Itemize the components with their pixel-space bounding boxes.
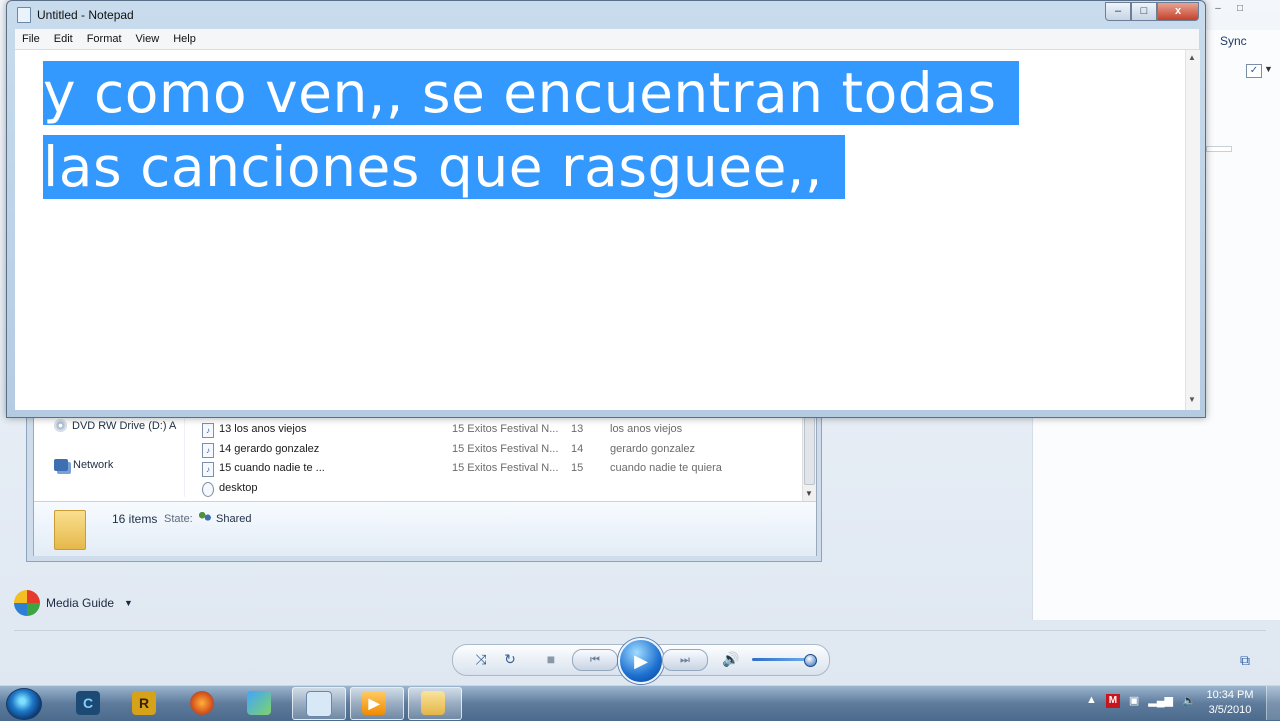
media-player-icon: ▶ bbox=[362, 691, 386, 715]
window-controls: – □ x bbox=[1105, 2, 1199, 21]
media-guide-label: Media Guide bbox=[46, 596, 115, 610]
dvd-drive-icon bbox=[54, 419, 67, 432]
switch-to-now-playing-icon[interactable]: ⧉ bbox=[1240, 652, 1250, 669]
menu-help[interactable]: Help bbox=[166, 33, 203, 45]
clock-date: 3/5/2010 bbox=[1208, 704, 1252, 716]
chevron-down-icon[interactable]: ▼ bbox=[124, 598, 133, 608]
editor-text[interactable]: y como ven,, se encuentran todas las can… bbox=[43, 56, 1173, 204]
state-label: State: bbox=[164, 513, 193, 525]
previous-icon[interactable]: ⏮ bbox=[572, 649, 618, 671]
file-name: desktop bbox=[219, 482, 258, 494]
file-album: 15 Exitos Festival N... bbox=[452, 423, 559, 435]
divider bbox=[14, 630, 1266, 631]
app-icon-taskbar-2[interactable]: R bbox=[132, 691, 156, 715]
scroll-down-icon[interactable]: ▼ bbox=[1188, 395, 1196, 404]
messenger-icon[interactable] bbox=[247, 691, 271, 715]
menu-edit[interactable]: Edit bbox=[47, 33, 80, 45]
file-album: 15 Exitos Festival N... bbox=[452, 462, 559, 474]
stop-icon[interactable]: ■ bbox=[544, 649, 558, 669]
window-title: Untitled - Notepad bbox=[17, 7, 134, 23]
next-icon[interactable]: ⏭ bbox=[662, 649, 708, 671]
file-track-number: 13 bbox=[571, 423, 584, 435]
minimize-button[interactable]: – bbox=[1105, 2, 1131, 21]
show-hidden-icons[interactable]: ▲ bbox=[1086, 694, 1097, 708]
scroll-up-icon[interactable]: ▲ bbox=[1188, 53, 1196, 62]
wmp-minimize-button[interactable]: – bbox=[1208, 2, 1228, 16]
menu-format[interactable]: Format bbox=[80, 33, 129, 45]
sync-progress-bar bbox=[1206, 146, 1232, 152]
music-file-icon: ♪ bbox=[202, 423, 214, 438]
media-guide-button[interactable]: Media Guide ▼ bbox=[14, 590, 133, 616]
window-title-text: Untitled - Notepad bbox=[37, 8, 134, 22]
notepad-icon[interactable] bbox=[17, 7, 31, 23]
network-icon bbox=[54, 459, 68, 471]
menu-view[interactable]: View bbox=[129, 33, 167, 45]
maximize-button[interactable]: □ bbox=[1131, 2, 1157, 21]
system-tray: ▲ M ▣ ▂▄▆ 🔈 bbox=[1086, 694, 1196, 708]
file-title: cuando nadie te quiera bbox=[610, 462, 722, 474]
items-count: 16 items bbox=[112, 512, 158, 526]
notepad-window: Untitled - Notepad – □ x File Edit Forma… bbox=[6, 0, 1206, 418]
notepad-icon bbox=[306, 691, 332, 717]
clock-time: 10:34 PM bbox=[1206, 689, 1254, 701]
state-value: Shared bbox=[216, 513, 252, 525]
shuffle-icon[interactable]: ⤨ bbox=[472, 649, 490, 669]
file-track-number: 14 bbox=[571, 443, 584, 455]
table-row[interactable]: ♪ 15 cuando nadie te ... 15 Exitos Festi… bbox=[194, 460, 804, 478]
volume-slider-handle[interactable] bbox=[804, 654, 817, 667]
menu-file[interactable]: File bbox=[15, 33, 47, 45]
file-title: gerardo gonzalez bbox=[610, 443, 696, 455]
file-name: 13 los anos viejos bbox=[219, 423, 307, 435]
explorer-folder-icon bbox=[421, 691, 445, 715]
selected-text-line-1[interactable]: y como ven,, se encuentran todas bbox=[43, 61, 1019, 125]
explorer-window: DVD RW Drive (D:) A Network ♪ 13 los ano… bbox=[26, 405, 822, 562]
file-track-number: 15 bbox=[571, 462, 584, 474]
details-pane: 16 items State: Shared bbox=[34, 501, 816, 556]
system-file-icon bbox=[202, 482, 214, 497]
device-icon[interactable]: ▣ bbox=[1129, 694, 1139, 708]
chevron-down-icon[interactable]: ▼ bbox=[1264, 64, 1273, 74]
nav-item-network[interactable]: Network bbox=[54, 459, 113, 471]
nav-item-label: Network bbox=[73, 459, 114, 471]
media-guide-icon bbox=[14, 590, 40, 616]
menu-bar: File Edit Format View Help bbox=[15, 29, 1199, 50]
mcafee-icon[interactable]: M bbox=[1105, 694, 1120, 708]
app-icon-taskbar-1[interactable]: C bbox=[76, 691, 100, 715]
sync-options-icon[interactable]: ✓ bbox=[1246, 64, 1262, 78]
play-button[interactable]: ▶ bbox=[618, 638, 664, 684]
file-name: 14 gerardo gonzalez bbox=[219, 443, 320, 455]
music-file-icon: ♪ bbox=[202, 462, 214, 477]
file-album: 15 Exitos Festival N... bbox=[452, 443, 559, 455]
text-editor[interactable]: y como ven,, se encuentran todas las can… bbox=[15, 50, 1185, 410]
table-row[interactable]: desktop bbox=[194, 480, 804, 498]
table-row[interactable]: ♪ 13 los anos viejos 15 Exitos Festival … bbox=[194, 421, 804, 439]
explorer-content: DVD RW Drive (D:) A Network ♪ 13 los ano… bbox=[33, 405, 817, 556]
volume-icon[interactable]: 🔊 bbox=[722, 649, 740, 669]
show-desktop-button[interactable] bbox=[1266, 686, 1280, 720]
scrollbar-thumb[interactable] bbox=[804, 413, 815, 485]
volume-slider[interactable] bbox=[752, 658, 812, 661]
media-player-window-controls: – □ bbox=[1208, 2, 1250, 16]
table-row[interactable]: ♪ 14 gerardo gonzalez 15 Exitos Festival… bbox=[194, 441, 804, 459]
speaker-icon[interactable]: 🔈 bbox=[1182, 694, 1196, 708]
close-button[interactable]: x bbox=[1157, 2, 1199, 21]
file-title: los anos viejos bbox=[610, 423, 683, 435]
repeat-icon[interactable]: ↻ bbox=[501, 649, 519, 669]
wmp-maximize-button[interactable]: □ bbox=[1230, 2, 1250, 16]
music-file-icon: ♪ bbox=[202, 443, 214, 458]
nav-item-label: DVD RW Drive (D:) A bbox=[72, 419, 177, 432]
editor-scrollbar[interactable] bbox=[1185, 50, 1200, 410]
tab-sync[interactable]: Sync bbox=[1220, 34, 1247, 48]
selected-text-line-2[interactable]: las canciones que rasguee,, bbox=[43, 135, 845, 199]
scroll-down-icon[interactable]: ▼ bbox=[805, 489, 813, 498]
shared-icon bbox=[198, 511, 212, 523]
folder-icon bbox=[54, 510, 86, 550]
file-name: 15 cuando nadie te ... bbox=[219, 462, 325, 474]
taskbar-clock[interactable]: 10:34 PM 3/5/2010 bbox=[1200, 688, 1260, 718]
network-signal-icon[interactable]: ▂▄▆ bbox=[1148, 694, 1173, 708]
nav-item-dvd-drive[interactable]: DVD RW Drive (D:) A bbox=[54, 419, 176, 432]
navigation-pane: DVD RW Drive (D:) A Network bbox=[34, 405, 185, 497]
firefox-icon[interactable] bbox=[190, 691, 214, 715]
start-button[interactable] bbox=[6, 688, 42, 720]
